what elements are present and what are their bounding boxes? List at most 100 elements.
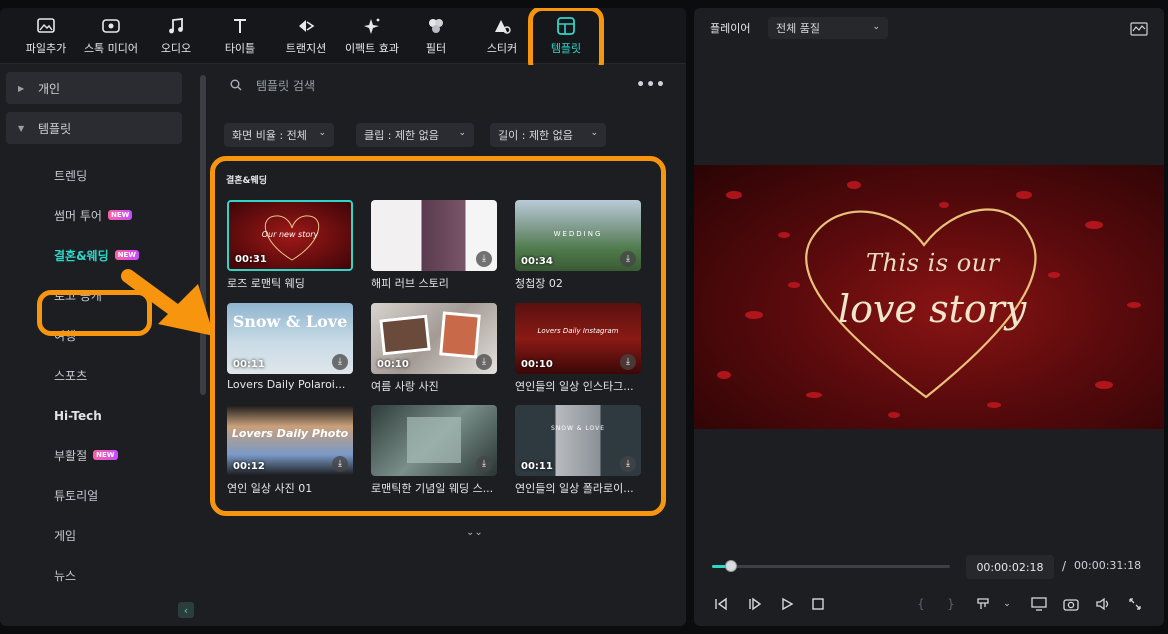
template-search[interactable]: 템플릿 검색 xyxy=(210,65,686,105)
step-forward-icon xyxy=(749,597,762,611)
toolbar-label: 스톡 미디어 xyxy=(83,42,139,55)
previous-frame-button[interactable] xyxy=(712,596,730,612)
player-title: 플레이어 xyxy=(710,22,751,35)
waveform-chart-icon[interactable] xyxy=(1130,21,1148,36)
playhead-knob[interactable] xyxy=(725,560,738,572)
play-button[interactable] xyxy=(778,596,796,612)
toolbar-audio-button[interactable]: 오디오 xyxy=(152,8,200,64)
sidebar-item-easter[interactable]: 부활절 NEW xyxy=(54,445,118,465)
speaker-icon xyxy=(1096,597,1109,611)
more-options-icon[interactable]: ••• xyxy=(636,77,666,93)
stop-button[interactable] xyxy=(809,596,827,612)
duration-filter[interactable]: 길이 : 제한 없음 ⌄ xyxy=(490,123,606,147)
toolbar-label: 필터 xyxy=(425,42,447,55)
volume-button[interactable] xyxy=(1094,596,1112,612)
fullscreen-button[interactable] xyxy=(1126,596,1144,612)
toolbar-titles-button[interactable]: 타이틀 xyxy=(216,8,264,64)
collapse-sidebar-button[interactable]: ‹ xyxy=(178,602,194,618)
total-time: 00:00:31:18 xyxy=(1074,559,1142,572)
chevron-down-icon: ⌄ xyxy=(590,128,598,138)
render-options-dropdown[interactable]: ⌄ xyxy=(998,596,1016,612)
template-grid-highlight-box xyxy=(210,156,666,516)
aspect-ratio-filter[interactable]: 화면 비율 : 전체 ⌄ xyxy=(224,123,334,147)
preview-title-line2: love story xyxy=(838,287,1027,331)
search-icon xyxy=(230,76,244,95)
toolbar-effects-button[interactable]: 이펙트 효과 xyxy=(340,8,404,64)
sidebar-group-personal[interactable]: ▶ 개인 xyxy=(6,72,182,104)
effects-sparkle-icon xyxy=(361,16,383,36)
sidebar-item-tutorial[interactable]: 튜토리얼 xyxy=(54,485,98,505)
filter-circles-icon xyxy=(425,16,447,36)
toolbar-import-button[interactable]: 파일추가 xyxy=(20,8,72,64)
sidebar-item-label: 뉴스 xyxy=(54,568,77,583)
sidebar-item-game[interactable]: 게임 xyxy=(54,525,76,545)
app-window: 파일추가 스톡 미디어 오디오 타이틀 트랜지션 이펙트 효과 필터 스티커 템… xyxy=(0,0,1168,634)
sidebar-item-summer-tour[interactable]: 썸머 투어 NEW xyxy=(54,205,133,225)
toolbar-label: 트랜지션 xyxy=(285,42,327,55)
brace-right-icon: } xyxy=(947,597,955,611)
quality-value: 전체 품질 xyxy=(776,22,820,35)
step-back-icon xyxy=(715,597,727,611)
sticker-icon xyxy=(491,16,513,36)
next-frame-button[interactable] xyxy=(746,596,764,612)
mark-in-button[interactable]: { xyxy=(912,596,930,612)
sidebar-scrollbar[interactable] xyxy=(200,75,206,395)
toolbar-filter-button[interactable]: 필터 xyxy=(414,8,458,64)
stop-icon xyxy=(812,598,824,610)
sidebar-item-label: 스포츠 xyxy=(54,368,88,383)
sidebar-item-label: Hi-Tech xyxy=(54,409,102,423)
clip-count-filter[interactable]: 클립 : 제한 없음 ⌄ xyxy=(356,123,474,147)
caret-right-icon: ▶ xyxy=(18,83,25,93)
new-badge: NEW xyxy=(114,250,140,260)
render-icon xyxy=(977,598,989,609)
toolbar-label: 파일추가 xyxy=(25,42,67,55)
chevron-down-icon: ⌄ xyxy=(318,128,326,138)
toolbar-label: 타이틀 xyxy=(224,42,256,55)
sidebar-item-trending[interactable]: 트렌딩 xyxy=(54,165,87,185)
toolbar-stock-media-button[interactable]: 스톡 미디어 xyxy=(80,8,142,64)
player-header: 플레이어 xyxy=(694,8,1164,48)
sidebar-item-label: 게임 xyxy=(54,528,77,543)
brace-left-icon: { xyxy=(917,597,925,611)
import-media-icon xyxy=(35,16,57,36)
expand-icon xyxy=(1129,598,1141,610)
toolbar-label: 이펙트 효과 xyxy=(344,42,400,55)
toolbar-transition-button[interactable]: 트랜지션 xyxy=(278,8,334,64)
playback-progress-bar[interactable] xyxy=(712,560,950,572)
search-input[interactable]: 템플릿 검색 xyxy=(256,77,315,94)
mark-out-button[interactable]: } xyxy=(942,596,960,612)
chevron-left-icon: ‹ xyxy=(183,603,189,617)
new-badge: NEW xyxy=(107,210,133,220)
sidebar-item-wedding[interactable]: 결혼&웨딩 NEW xyxy=(54,245,140,265)
chevron-down-icon: ⌄ xyxy=(872,22,880,32)
music-note-icon xyxy=(165,16,187,36)
template-category-sidebar: ▶ 개인 ▼ 템플릿 트렌딩 썸머 투어 NEW 결혼&웨딩 NEW 로고 공개 여… xyxy=(0,65,208,626)
render-preview-button[interactable] xyxy=(974,596,992,612)
toolbar-sticker-button[interactable]: 스티커 xyxy=(478,8,526,64)
current-time-field[interactable]: 00:00:02:18 xyxy=(966,555,1054,579)
sidebar-item-sports[interactable]: 스포츠 xyxy=(54,365,87,385)
sidebar-item-hitech[interactable]: Hi-Tech xyxy=(54,406,102,426)
double-chevron-down-icon[interactable]: ⌄⌄ xyxy=(466,527,483,538)
stock-media-icon xyxy=(100,16,122,36)
sidebar-group-templates[interactable]: ▼ 템플릿 xyxy=(6,112,182,144)
sidebar-item-news[interactable]: 뉴스 xyxy=(54,565,76,585)
filter-label: 클립 : 제한 없음 xyxy=(364,129,439,142)
text-t-icon xyxy=(229,16,251,36)
snapshot-button[interactable] xyxy=(1062,596,1080,612)
sidebar-item-label: 결혼&웨딩 xyxy=(54,248,109,263)
display-settings-button[interactable] xyxy=(1030,596,1048,612)
video-preview[interactable]: This is our love story xyxy=(694,165,1164,429)
quality-select[interactable]: 전체 품질 ⌄ xyxy=(768,17,888,39)
media-library-panel: 파일추가 스톡 미디어 오디오 타이틀 트랜지션 이펙트 효과 필터 스티커 템… xyxy=(0,8,686,626)
preview-title-line1: This is our xyxy=(866,249,1000,277)
wedding-highlight-box xyxy=(37,290,152,336)
chevron-down-icon: ⌄ xyxy=(1003,599,1011,609)
toolbar-label: 오디오 xyxy=(160,42,192,55)
media-toolbar: 파일추가 스톡 미디어 오디오 타이틀 트랜지션 이펙트 효과 필터 스티커 템… xyxy=(0,8,686,76)
transition-icon xyxy=(295,16,317,36)
camera-icon xyxy=(1063,599,1079,611)
new-badge: NEW xyxy=(93,450,118,460)
monitor-icon xyxy=(1031,597,1047,611)
chevron-down-icon: ⌄ xyxy=(458,128,466,138)
